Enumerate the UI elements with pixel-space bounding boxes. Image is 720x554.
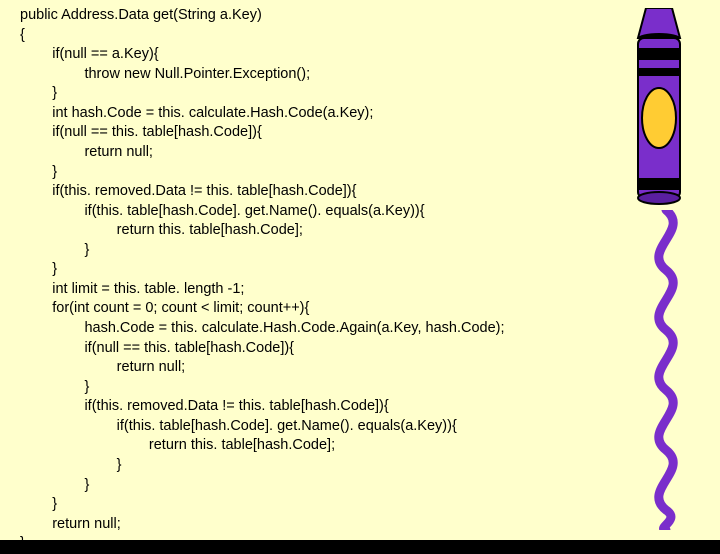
code-line: if(this. removed.Data != this. table[has… <box>20 183 356 199</box>
code-line: for(int count = 0; count < limit; count+… <box>20 300 309 316</box>
slide: public Address.Data get(String a.Key) { … <box>0 0 720 540</box>
code-line: public Address.Data get(String a.Key) <box>20 7 262 23</box>
code-line: if(null == a.Key){ <box>20 46 159 62</box>
code-line: if(this. table[hash.Code]. get.Name(). e… <box>20 418 457 434</box>
code-line: if(null == this. table[hash.Code]){ <box>20 124 262 140</box>
code-line: return null; <box>20 516 121 532</box>
code-line: { <box>20 27 25 43</box>
crayon-icon <box>626 8 692 208</box>
code-line: } <box>20 457 122 473</box>
code-block: public Address.Data get(String a.Key) { … <box>20 6 640 554</box>
code-line: } <box>20 535 25 551</box>
code-line: } <box>20 242 89 258</box>
code-line: if(null == this. table[hash.Code]){ <box>20 340 294 356</box>
code-line: int hash.Code = this. calculate.Hash.Cod… <box>20 105 373 121</box>
code-line: } <box>20 496 57 512</box>
code-line: } <box>20 261 57 277</box>
code-line: if(this. removed.Data != this. table[has… <box>20 398 389 414</box>
code-line: } <box>20 85 57 101</box>
code-line: int limit = this. table. length -1; <box>20 281 244 297</box>
code-line: } <box>20 164 57 180</box>
code-line: return null; <box>20 144 153 160</box>
code-line: return this. table[hash.Code]; <box>20 222 303 238</box>
code-line: } <box>20 379 89 395</box>
code-line: if(this. table[hash.Code]. get.Name(). e… <box>20 203 425 219</box>
squiggle-icon <box>636 210 696 530</box>
code-line: throw new Null.Pointer.Exception(); <box>20 66 310 82</box>
code-line: } <box>20 477 89 493</box>
code-line: return null; <box>20 359 185 375</box>
code-line: return this. table[hash.Code]; <box>20 437 335 453</box>
code-line: hash.Code = this. calculate.Hash.Code.Ag… <box>20 320 505 336</box>
